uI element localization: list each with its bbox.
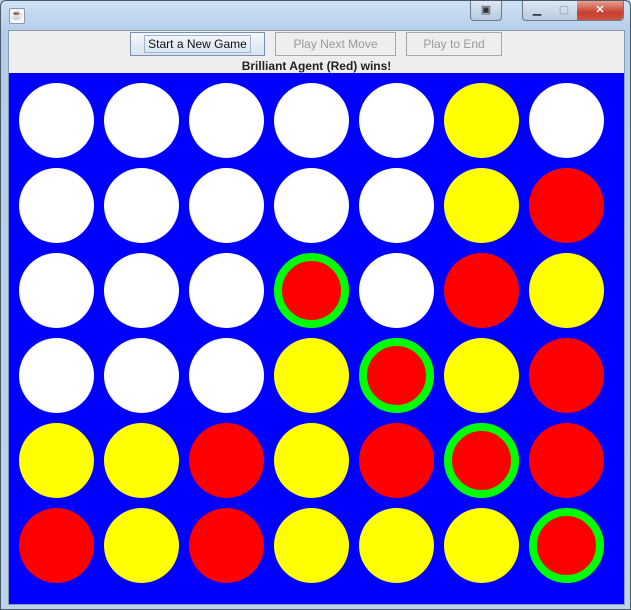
play-to-end-button[interactable]: Play to End (406, 32, 502, 56)
close-button[interactable]: ✕ (577, 1, 623, 20)
yellow-disc[interactable] (274, 423, 349, 498)
red-disc[interactable] (189, 423, 264, 498)
yellow-disc[interactable] (19, 423, 94, 498)
yellow-disc[interactable] (444, 83, 519, 158)
empty-slot[interactable] (529, 83, 604, 158)
maximize-button[interactable]: ▢ (551, 1, 577, 20)
empty-slot[interactable] (19, 168, 94, 243)
game-status-message: Brilliant Agent (Red) wins! (241, 59, 392, 73)
client-area: Start a New Game Play Next Move Play to … (8, 30, 625, 605)
winning-disc-red[interactable] (444, 423, 519, 498)
empty-slot[interactable] (104, 83, 179, 158)
yellow-disc[interactable] (359, 508, 434, 583)
empty-slot[interactable] (359, 83, 434, 158)
empty-slot[interactable] (359, 253, 434, 328)
red-disc[interactable] (529, 423, 604, 498)
snap-control[interactable]: ▣ (470, 1, 502, 21)
empty-slot[interactable] (104, 253, 179, 328)
yellow-disc[interactable] (274, 508, 349, 583)
red-disc[interactable] (529, 168, 604, 243)
title-bar[interactable]: ☕ ▣ ▁ ▢ ✕ (1, 1, 630, 29)
play-next-move-button[interactable]: Play Next Move (275, 32, 396, 56)
red-disc[interactable] (359, 423, 434, 498)
toolbar: Start a New Game Play Next Move Play to … (9, 31, 624, 73)
empty-slot[interactable] (189, 338, 264, 413)
yellow-disc[interactable] (444, 338, 519, 413)
start-new-game-label: Start a New Game (144, 35, 251, 53)
window-controls: ▁ ▢ ✕ (522, 1, 624, 21)
yellow-disc[interactable] (444, 508, 519, 583)
app-window: ☕ ▣ ▁ ▢ ✕ Start a New Game Play Next Mov… (0, 0, 631, 610)
yellow-disc[interactable] (444, 168, 519, 243)
winning-disc-red[interactable] (359, 338, 434, 413)
yellow-disc[interactable] (529, 253, 604, 328)
empty-slot[interactable] (19, 253, 94, 328)
winning-disc-red[interactable] (274, 253, 349, 328)
empty-slot[interactable] (274, 83, 349, 158)
empty-slot[interactable] (189, 83, 264, 158)
empty-slot[interactable] (274, 168, 349, 243)
yellow-disc[interactable] (104, 423, 179, 498)
minimize-button[interactable]: ▁ (523, 1, 551, 20)
snap-icon: ▣ (480, 4, 492, 16)
red-disc[interactable] (189, 508, 264, 583)
play-next-move-label: Play Next Move (293, 37, 378, 51)
empty-slot[interactable] (19, 338, 94, 413)
empty-slot[interactable] (104, 338, 179, 413)
empty-slot[interactable] (19, 83, 94, 158)
empty-slot[interactable] (189, 253, 264, 328)
empty-slot[interactable] (189, 168, 264, 243)
red-disc[interactable] (444, 253, 519, 328)
play-to-end-label: Play to End (423, 37, 485, 51)
empty-slot[interactable] (359, 168, 434, 243)
empty-slot[interactable] (104, 168, 179, 243)
yellow-disc[interactable] (104, 508, 179, 583)
start-new-game-button[interactable]: Start a New Game (130, 32, 265, 56)
red-disc[interactable] (19, 508, 94, 583)
red-disc[interactable] (529, 338, 604, 413)
game-board[interactable] (9, 73, 624, 604)
winning-disc-red[interactable] (529, 508, 604, 583)
yellow-disc[interactable] (274, 338, 349, 413)
java-app-icon[interactable]: ☕ (9, 8, 25, 24)
